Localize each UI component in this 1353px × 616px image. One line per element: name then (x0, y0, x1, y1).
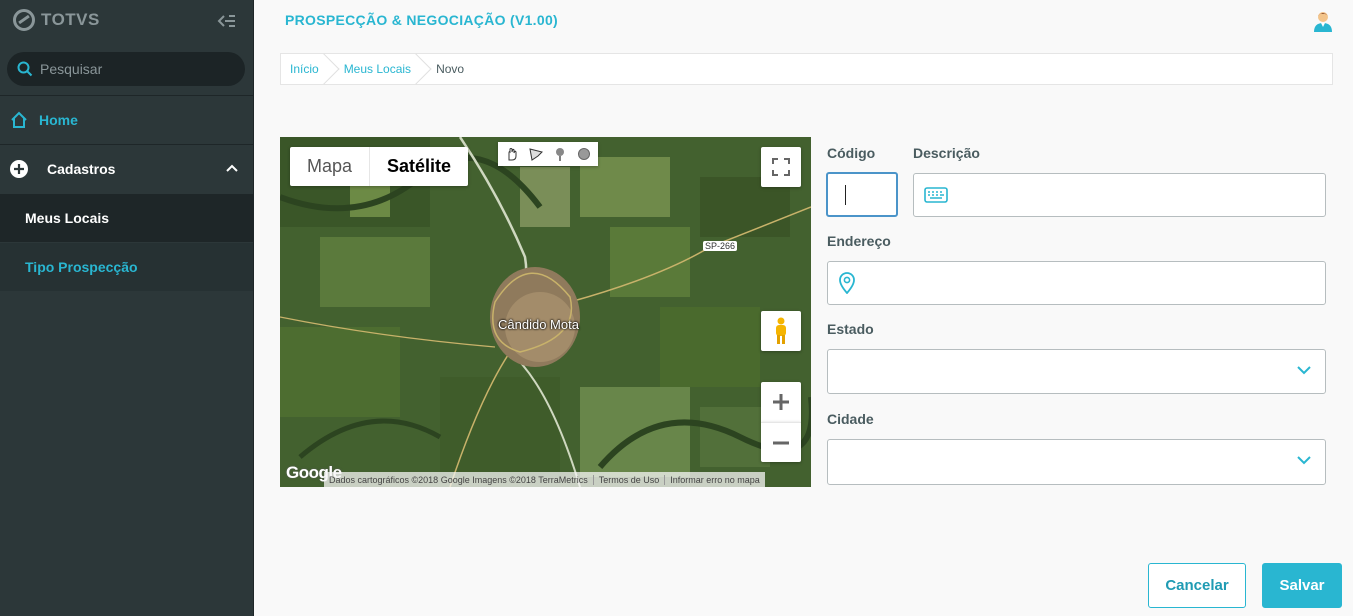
estado-label: Estado (827, 321, 874, 337)
polygon-icon[interactable] (526, 144, 546, 164)
map-type-mapa-button[interactable]: Mapa (290, 147, 371, 186)
pegman-icon (776, 317, 786, 344)
breadcrumb-novo: Novo (436, 62, 465, 76)
map-attribution: Dados cartográficos ©2018 Google Imagens… (324, 472, 765, 487)
breadcrumb-inicio[interactable]: Início (281, 54, 329, 84)
plus-circle-icon (10, 160, 28, 178)
descricao-field[interactable] (913, 173, 1326, 217)
terms-link[interactable]: Termos de Uso (594, 474, 666, 485)
map-view[interactable]: Mapa Satélite SP-266 Cândido Mota Google… (280, 137, 811, 487)
sidebar-item-meus-locais[interactable]: Meus Locais (0, 194, 253, 242)
totvs-logo-icon (13, 9, 35, 31)
endereco-field[interactable] (827, 261, 1326, 305)
brand-logo: TOTVS (13, 9, 100, 31)
descricao-label: Descrição (913, 145, 980, 161)
breadcrumb: Início Meus Locais Novo (280, 53, 1333, 85)
street-view-button[interactable] (761, 311, 801, 351)
cidade-label: Cidade (827, 411, 874, 427)
zoom-out-button[interactable] (761, 422, 801, 462)
search-input[interactable] (40, 61, 230, 77)
nav-cadastros-label: Cadastros (47, 161, 116, 177)
sidebar-search[interactable] (7, 52, 245, 86)
sidebar: TOTVS Home Cadastros Meus Locais Tipo Pr… (0, 0, 254, 616)
report-error-link[interactable]: Informar erro no mapa (665, 475, 765, 485)
collapse-menu-icon[interactable] (217, 12, 237, 30)
location-pin-icon (838, 272, 862, 294)
codigo-input[interactable] (828, 174, 896, 215)
save-button[interactable]: Salvar (1262, 563, 1342, 608)
nav-home[interactable]: Home (0, 96, 253, 144)
satellite-imagery (280, 137, 811, 487)
estado-select[interactable] (827, 349, 1326, 394)
map-type-control: Mapa Satélite (290, 147, 469, 186)
endereco-input[interactable] (862, 262, 1325, 304)
cidade-select[interactable] (827, 439, 1326, 485)
fullscreen-icon (772, 158, 790, 176)
page-title: PROSPECÇÃO & NEGOCIAÇÃO (V1.00) (285, 12, 559, 28)
drawing-toolbar (498, 142, 598, 166)
city-label: Cândido Mota (498, 317, 579, 332)
text-caret (845, 185, 846, 205)
hand-icon[interactable] (502, 144, 522, 164)
sidebar-item-tipo-prospeccao[interactable]: Tipo Prospecção (0, 243, 253, 291)
chevron-down-icon (1297, 456, 1311, 465)
zoom-in-button[interactable] (761, 382, 801, 422)
map-type-satelite-button[interactable]: Satélite (370, 147, 468, 186)
codigo-label: Código (827, 145, 876, 161)
fullscreen-button[interactable] (761, 147, 801, 187)
marker-icon[interactable] (550, 144, 570, 164)
home-icon (11, 111, 27, 128)
brand-name: TOTVS (41, 10, 100, 29)
keyboard-icon (924, 185, 948, 205)
plus-icon (773, 394, 789, 410)
attribution-text: Dados cartográficos ©2018 Google Imagens… (324, 474, 594, 485)
breadcrumb-meus-locais[interactable]: Meus Locais (329, 54, 421, 84)
descricao-input[interactable] (948, 174, 1325, 216)
cancel-button[interactable]: Cancelar (1148, 563, 1246, 608)
search-icon (17, 61, 33, 77)
road-label: SP-266 (703, 241, 738, 251)
nav-cadastros[interactable]: Cadastros (0, 145, 253, 193)
minus-icon (773, 441, 789, 444)
chevron-down-icon (1297, 366, 1311, 375)
user-avatar-icon[interactable] (1312, 10, 1334, 32)
circle-icon[interactable] (574, 144, 594, 164)
codigo-field[interactable] (826, 172, 898, 217)
nav-home-label: Home (39, 112, 78, 128)
chevron-up-icon (226, 164, 238, 172)
endereco-label: Endereço (827, 233, 891, 249)
